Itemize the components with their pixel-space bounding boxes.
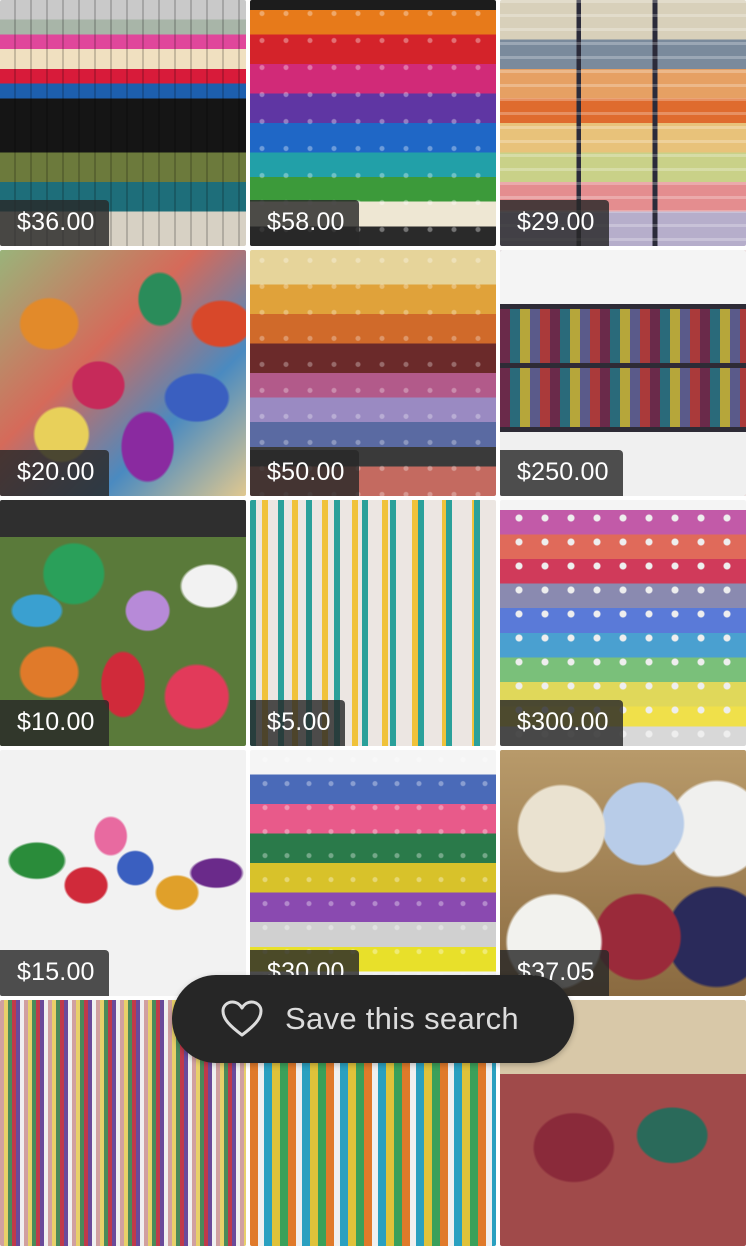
price-tag: $58.00	[250, 200, 359, 246]
listing-tile[interactable]: $15.00	[0, 750, 246, 996]
price-tag: $36.00	[0, 200, 109, 246]
save-search-label: Save this search	[285, 1001, 519, 1036]
listing-tile[interactable]: $10.00	[0, 500, 246, 746]
price-tag: $300.00	[500, 700, 623, 746]
price-tag: $15.00	[0, 950, 109, 996]
save-search-button[interactable]: Save this search	[172, 975, 574, 1063]
heart-outline-icon	[221, 1000, 263, 1037]
listing-tile[interactable]: $50.00	[250, 250, 496, 496]
listing-tile[interactable]: $20.00	[0, 250, 246, 496]
listing-tile[interactable]: $58.00	[250, 0, 496, 246]
listing-tile[interactable]: $36.00	[0, 0, 246, 246]
price-tag: $20.00	[0, 450, 109, 496]
listing-tile[interactable]: $29.00	[500, 0, 746, 246]
listing-tile[interactable]: $30.00	[250, 750, 496, 996]
price-tag: $29.00	[500, 200, 609, 246]
listing-tile[interactable]: $250.00	[500, 250, 746, 496]
listing-tile[interactable]: $37.05	[500, 750, 746, 996]
price-tag: $5.00	[250, 700, 345, 746]
price-tag: $250.00	[500, 450, 623, 496]
price-tag: $10.00	[0, 700, 109, 746]
listing-tile[interactable]: $300.00	[500, 500, 746, 746]
price-tag: $50.00	[250, 450, 359, 496]
listing-tile[interactable]: $5.00	[250, 500, 496, 746]
